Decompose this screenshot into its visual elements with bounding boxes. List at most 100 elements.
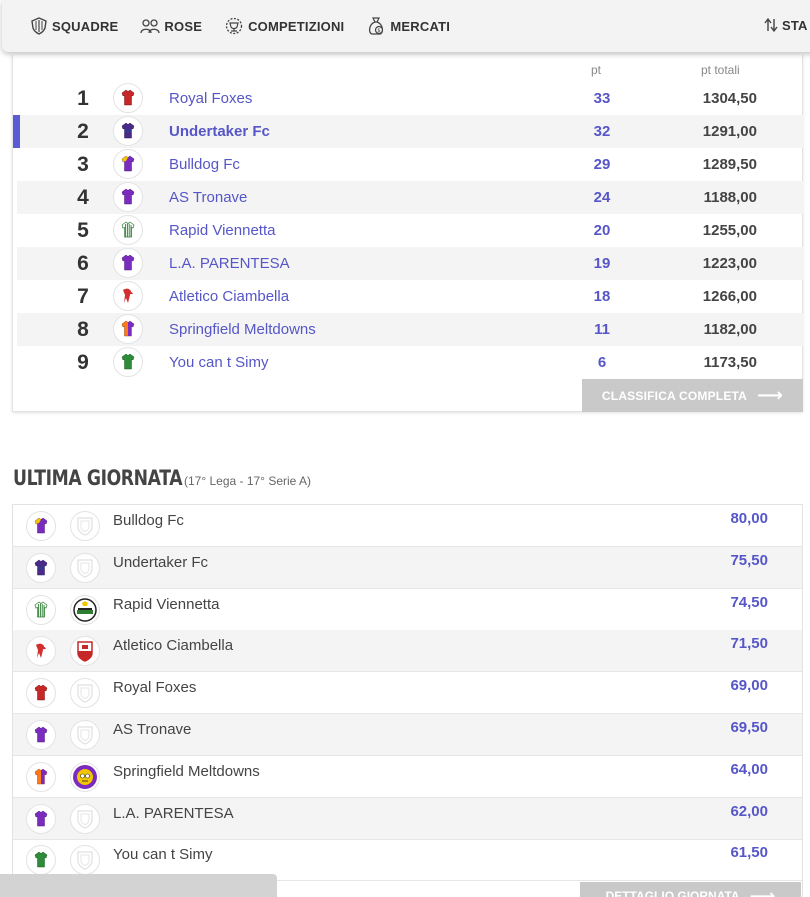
- team-name-link[interactable]: Bulldog Fc: [169, 156, 240, 173]
- team-name: Springfield Meltdowns: [113, 762, 260, 780]
- section-title: ULTIMA GIORNATA: [13, 466, 183, 490]
- total-points: 1291,00: [702, 123, 757, 140]
- standings-row[interactable]: 9 You can t Simy 6 1173,50: [17, 346, 803, 379]
- points: 19: [593, 255, 611, 272]
- crest-icon: [70, 678, 100, 709]
- standings-row[interactable]: 7 Atletico Ciambella 18 1266,00: [17, 280, 803, 313]
- standings-row[interactable]: 8 Springfield Meltdowns 11 1182,00: [17, 313, 803, 346]
- total-points: 1188,00: [703, 189, 757, 206]
- bottom-bar: [0, 874, 277, 897]
- points: 18: [593, 288, 611, 305]
- score: 62,00: [730, 802, 768, 820]
- round-row[interactable]: Springfield Meltdowns 64,00: [13, 756, 802, 798]
- jersey-icon: [113, 281, 143, 311]
- points: 29: [593, 156, 611, 173]
- nav-label: STA: [782, 17, 808, 33]
- nav-label: ROSE: [164, 18, 203, 34]
- score: 64,00: [730, 760, 768, 778]
- points: 33: [593, 90, 611, 107]
- jersey-icon: [113, 248, 143, 278]
- svg-text:$: $: [378, 28, 381, 34]
- nav-label: SQUADRE: [52, 18, 119, 34]
- standings-row[interactable]: 6 L.A. PARENTESA 19 1223,00: [17, 247, 803, 280]
- round-detail-button[interactable]: DETTAGLIO GIORNATA ⟶: [580, 882, 801, 897]
- jersey-icon: [113, 83, 143, 113]
- standings-row[interactable]: 3 Bulldog Fc 29 1289,50: [17, 148, 803, 181]
- jersey-icon: [26, 594, 56, 625]
- jersey-icon: [26, 720, 56, 750]
- team-name: Rapid Viennetta: [113, 595, 220, 613]
- total-points: 1304,50: [702, 90, 757, 107]
- total-points: 1223,00: [702, 255, 757, 272]
- round-row[interactable]: Royal Foxes 69,00: [13, 672, 802, 715]
- points: 24: [593, 189, 611, 206]
- team-name: You can t Simy: [113, 846, 213, 864]
- team-name: L.A. PARENTESA: [113, 804, 234, 822]
- team-name-link[interactable]: L.A. PARENTESA: [169, 255, 290, 272]
- team-name-link[interactable]: Atletico Ciambella: [169, 288, 289, 305]
- crest-icon: [70, 636, 100, 667]
- score: 69,00: [730, 677, 768, 695]
- total-points: 1266,00: [702, 288, 757, 305]
- current-team-marker: [13, 115, 20, 148]
- points: 32: [593, 123, 611, 140]
- crest-icon: [70, 552, 100, 583]
- rank: 8: [77, 318, 89, 341]
- standings-row[interactable]: 1 Royal Foxes 33 1304,50: [17, 82, 803, 115]
- jersey-icon: [26, 678, 56, 709]
- sort-arrows-icon: [764, 17, 778, 33]
- standings-row[interactable]: 4 AS Tronave 24 1188,00: [17, 181, 803, 214]
- jersey-icon: [113, 314, 143, 344]
- team-name-link[interactable]: You can t Simy: [169, 354, 269, 371]
- team-name-link[interactable]: Rapid Viennetta: [169, 222, 275, 239]
- score: 75,50: [730, 551, 768, 569]
- score: 61,50: [730, 844, 768, 862]
- crest-icon: [70, 845, 100, 876]
- standings-card: pt pt totali 1 Royal Foxes 33 1304,50 2 Under…: [12, 55, 803, 412]
- round-row[interactable]: L.A. PARENTESA 62,00: [13, 797, 802, 840]
- nav-stats[interactable]: STA: [764, 17, 808, 33]
- crest-icon: [70, 594, 100, 625]
- score: 74,50: [730, 593, 768, 611]
- team-name: Atletico Ciambella: [113, 637, 234, 655]
- crest-icon: [70, 511, 100, 541]
- nav-rose[interactable]: ROSE: [140, 18, 202, 34]
- round-detail-label: DETTAGLIO GIORNATA: [605, 889, 740, 897]
- team-name: Bulldog Fc: [113, 512, 184, 529]
- jersey-icon: [26, 845, 56, 876]
- rank: 6: [77, 252, 89, 275]
- nav-label: COMPETIZIONI: [248, 18, 345, 34]
- full-standings-button[interactable]: CLASSIFICA COMPLETA ⟶: [582, 379, 803, 412]
- team-name-link[interactable]: Springfield Meltdowns: [169, 321, 316, 338]
- arrow-right-icon: ⟶: [749, 886, 776, 897]
- total-points: 1173,50: [703, 354, 757, 371]
- team-name-link[interactable]: AS Tronave: [169, 189, 247, 206]
- jersey-icon: [113, 215, 143, 245]
- points: 20: [593, 222, 611, 239]
- trophy-icon: [225, 17, 243, 35]
- nav-competizioni[interactable]: COMPETIZIONI: [224, 17, 344, 35]
- rank: 5: [77, 219, 89, 242]
- rank: 1: [77, 87, 89, 110]
- score: 69,50: [730, 719, 768, 736]
- team-name: AS Tronave: [113, 721, 192, 738]
- nav-mercati[interactable]: $ MERCATI: [366, 16, 450, 36]
- round-row[interactable]: Atletico Ciambella 71,50: [13, 630, 802, 673]
- score: 71,50: [730, 635, 768, 653]
- team-name-link[interactable]: Undertaker Fc: [169, 123, 270, 140]
- total-points: 1182,00: [703, 321, 757, 338]
- team-name: Royal Foxes: [113, 679, 197, 697]
- team-name-link[interactable]: Royal Foxes: [169, 90, 252, 107]
- round-row[interactable]: Undertaker Fc 75,50: [13, 546, 802, 589]
- round-row[interactable]: AS Tronave 69,50: [13, 714, 802, 756]
- crest-icon: [70, 720, 100, 750]
- score: 80,00: [730, 510, 768, 527]
- standings-row[interactable]: 2 Undertaker Fc 32 1291,00: [13, 115, 803, 148]
- rank: 2: [77, 120, 89, 143]
- round-row[interactable]: Rapid Viennetta 74,50: [13, 589, 802, 631]
- standings-row[interactable]: 5 Rapid Viennetta 20 1255,00: [17, 214, 803, 247]
- points: 6: [597, 354, 607, 371]
- arrow-right-icon: ⟶: [757, 385, 784, 405]
- round-row[interactable]: Bulldog Fc 80,00: [13, 505, 802, 547]
- nav-squadre[interactable]: SQUADRE: [30, 17, 118, 35]
